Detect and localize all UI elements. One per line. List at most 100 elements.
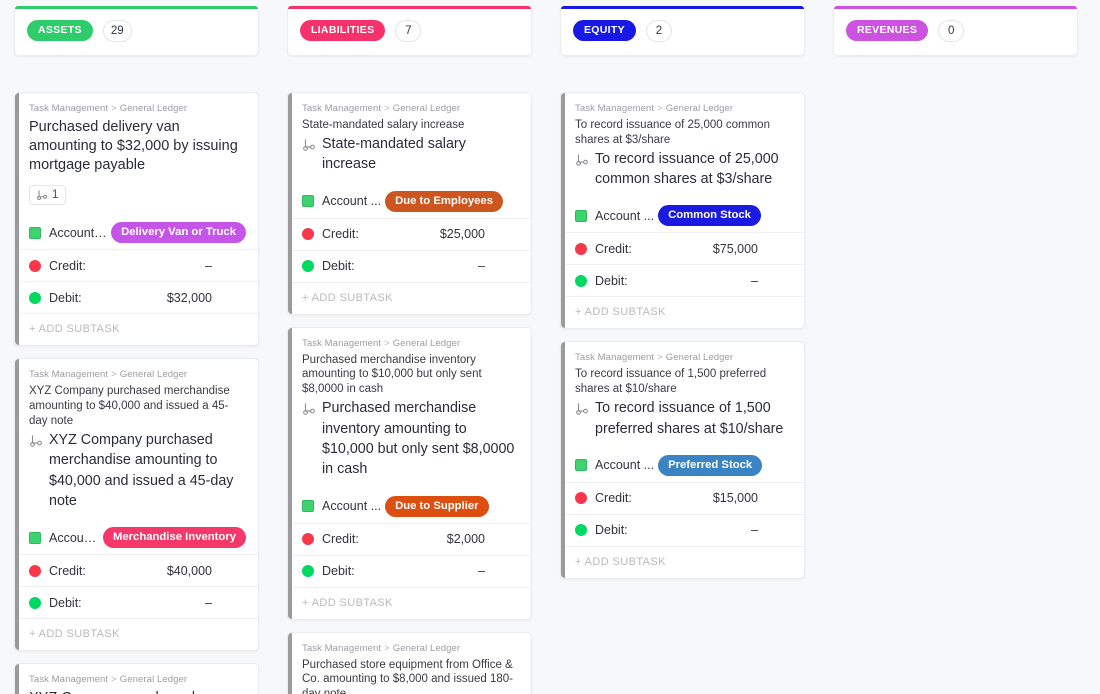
debit-row[interactable]: Debit: – [292,555,531,587]
account-tag[interactable]: Merchandise Inventory [103,527,246,548]
credit-row[interactable]: Credit: $75,000 [565,232,804,264]
breadcrumb-separator: > [384,643,390,654]
add-subtask-button[interactable]: + ADD SUBTASK [19,313,258,345]
breadcrumb[interactable]: Task Management>General Ledger [302,338,519,349]
credit-row[interactable]: Credit: – [19,249,258,281]
breadcrumb[interactable]: Task Management>General Ledger [575,103,792,114]
breadcrumb[interactable]: Task Management>General Ledger [29,674,246,685]
debit-row[interactable]: Debit: – [565,514,804,546]
board-column: EQUITY 2 Task Management>General Ledger … [546,0,819,694]
task-title: XYZ Company purchased merchandise amount… [29,384,246,429]
green-dot-icon [29,597,41,609]
credit-row[interactable]: Credit: $25,000 [292,218,531,250]
breadcrumb-root: Task Management [575,352,654,363]
credit-value: $15,000 [713,491,792,505]
column-header-liabilities[interactable]: LIABILITIES 7 [287,6,532,56]
breadcrumb-separator: > [657,103,663,114]
green-dot-icon [302,260,314,272]
add-subtask-button[interactable]: + ADD SUBTASK [19,618,258,650]
subtask-row[interactable]: State-mandated salary increase [302,134,519,175]
task-fields: Account ... Due to Supplier Credit: $2,0… [292,490,531,587]
task-card-body: Task Management>General Ledger Purchased… [292,633,531,694]
debit-label: Debit: [49,596,82,610]
column-chip-assets[interactable]: ASSETS [27,20,93,41]
task-card[interactable]: Task Management>General Ledger Purchased… [287,632,532,694]
breadcrumb[interactable]: Task Management>General Ledger [302,643,519,654]
task-card[interactable]: Task Management>General Ledger To record… [560,341,805,578]
account-field-label: Account ... [49,226,107,240]
account-row[interactable]: Account ... Delivery Van or Truck [19,216,258,249]
breadcrumb-leaf: General Ledger [393,338,460,349]
breadcrumb-leaf: General Ledger [393,103,460,114]
subtask-count-pill[interactable]: 1 [29,185,66,205]
add-subtask-button[interactable]: + ADD SUBTASK [292,282,531,314]
breadcrumb-separator: > [111,103,117,114]
account-tag[interactable]: Common Stock [658,205,761,226]
task-card[interactable]: Task Management>General Ledger Purchased… [14,92,259,346]
subtask-row[interactable]: Purchased merchandise inventory amountin… [302,398,519,479]
task-card[interactable]: Task Management>General Ledger XYZ Compa… [14,663,259,694]
account-row[interactable]: Account ... Due to Supplier [292,490,531,523]
add-subtask-button[interactable]: + ADD SUBTASK [292,587,531,619]
account-tag[interactable]: Due to Supplier [385,496,488,517]
subtask-row[interactable]: To record issuance of 25,000 common shar… [575,149,792,190]
column-header-assets[interactable]: ASSETS 29 [14,6,259,56]
debit-row[interactable]: Debit: – [292,250,531,282]
breadcrumb-root: Task Management [29,674,108,685]
column-cards: Task Management>General Ledger To record… [560,92,805,579]
account-row[interactable]: Account ... Common Stock [565,199,804,232]
task-fields: Account ... Delivery Van or Truck Credit… [19,216,258,313]
task-card-body: Task Management>General Ledger To record… [565,342,804,438]
column-chip-revenues[interactable]: REVENUES [846,20,928,41]
task-title: Purchased delivery van amounting to $32,… [29,118,246,175]
debit-label: Debit: [322,564,355,578]
subtask-title: To record issuance of 25,000 common shar… [595,149,792,190]
account-row[interactable]: Account ... Merchandise Inventory [19,521,258,554]
credit-row[interactable]: Credit: $2,000 [292,523,531,555]
debit-value: $32,000 [167,291,246,305]
add-subtask-button[interactable]: + ADD SUBTASK [565,296,804,328]
column-header-equity[interactable]: EQUITY 2 [560,6,805,56]
green-square-icon [29,532,41,544]
breadcrumb-separator: > [111,674,117,685]
green-square-icon [302,195,314,207]
subtask-row[interactable]: XYZ Company purchased merchandise amount… [29,430,246,511]
subtask-icon [302,138,316,152]
account-tag[interactable]: Due to Employees [385,191,503,212]
breadcrumb[interactable]: Task Management>General Ledger [29,369,246,380]
task-card[interactable]: Task Management>General Ledger To record… [560,92,805,329]
credit-row[interactable]: Credit: $15,000 [565,482,804,514]
credit-label: Credit: [595,242,632,256]
add-subtask-button[interactable]: + ADD SUBTASK [565,546,804,578]
column-chip-equity[interactable]: EQUITY [573,20,636,41]
credit-label: Credit: [322,532,359,546]
breadcrumb[interactable]: Task Management>General Ledger [302,103,519,114]
subtask-row[interactable]: To record issuance of 1,500 preferred sh… [575,398,792,439]
task-title: To record issuance of 25,000 common shar… [575,118,792,148]
board-column: ASSETS 29 Task Management>General Ledger… [0,0,273,694]
task-card[interactable]: Task Management>General Ledger XYZ Compa… [14,358,259,651]
account-row[interactable]: Account ... Due to Employees [292,185,531,218]
breadcrumb-separator: > [384,338,390,349]
credit-row[interactable]: Credit: $40,000 [19,554,258,586]
account-row[interactable]: Account ... Preferred Stock [565,449,804,482]
column-cards: Task Management>General Ledger Purchased… [14,92,259,694]
task-card-body: Task Management>General Ledger XYZ Compa… [19,359,258,511]
account-tag[interactable]: Preferred Stock [658,455,762,476]
account-tag[interactable]: Delivery Van or Truck [111,222,246,243]
task-card[interactable]: Task Management>General Ledger State-man… [287,92,532,315]
subtask-title: State-mandated salary increase [322,134,519,175]
breadcrumb-separator: > [657,352,663,363]
breadcrumb[interactable]: Task Management>General Ledger [575,352,792,363]
debit-row[interactable]: Debit: – [565,264,804,296]
breadcrumb[interactable]: Task Management>General Ledger [29,103,246,114]
debit-row[interactable]: Debit: – [19,586,258,618]
debit-row[interactable]: Debit: $32,000 [19,281,258,313]
column-chip-liabilities[interactable]: LIABILITIES [300,20,385,41]
task-card-body: Task Management>General Ledger State-man… [292,93,531,175]
green-dot-icon [29,292,41,304]
green-square-icon [575,459,587,471]
task-card-body: Task Management>General Ledger Purchased… [19,93,258,206]
task-card[interactable]: Task Management>General Ledger Purchased… [287,327,532,620]
column-header-revenues[interactable]: REVENUES 0 [833,6,1078,56]
